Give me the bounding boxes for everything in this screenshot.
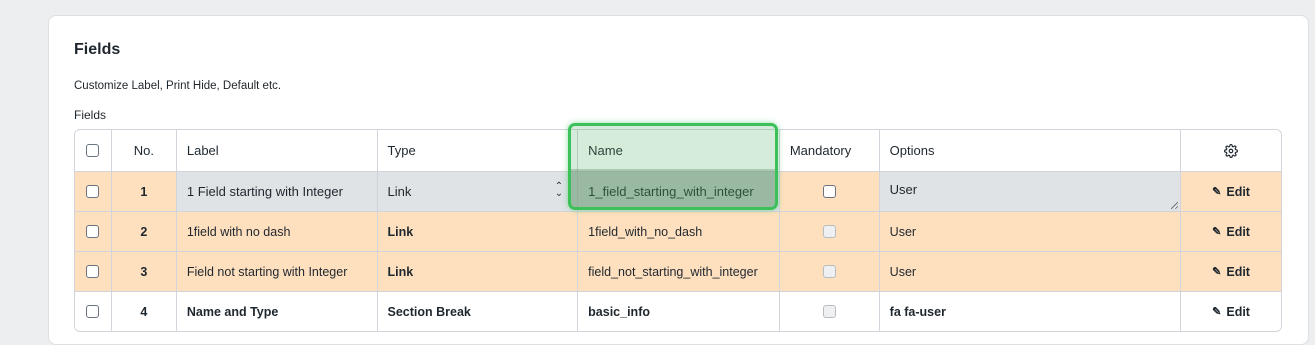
row-number: 3 — [110, 252, 176, 291]
row-select-cell — [75, 172, 111, 211]
type-select[interactable]: Link ⌃ ⌄ — [376, 172, 578, 211]
table-row[interactable]: 3 Field not starting with Integer Link f… — [75, 251, 1281, 291]
fields-card: Fields Customize Label, Print Hide, Defa… — [48, 15, 1309, 345]
row-checkbox[interactable] — [86, 265, 100, 278]
row-options: User — [878, 212, 1180, 251]
table-row[interactable]: 2 1field with no dash Link 1field_with_n… — [75, 211, 1281, 251]
options-textarea-value: User — [889, 182, 918, 197]
table-row[interactable]: 1 1 Field starting with Integer Link ⌃ ⌄ … — [75, 171, 1281, 211]
row-select-cell — [75, 292, 111, 331]
row-number: 2 — [110, 212, 176, 251]
label-input-value: 1 Field starting with Integer — [186, 184, 343, 199]
row-options: fa fa-user — [878, 292, 1180, 331]
row-label: 1field with no dash — [175, 212, 377, 251]
column-settings-button[interactable] — [1180, 130, 1281, 171]
row-fieldname: 1field_with_no_dash — [577, 212, 779, 251]
edit-row-button[interactable]: ✎ Edit — [1180, 212, 1281, 251]
pencil-icon: ✎ — [1212, 186, 1222, 198]
options-textarea[interactable]: User — [878, 172, 1181, 211]
header-label: Label — [175, 130, 377, 171]
header-type: Type — [376, 130, 578, 171]
header-mandatory: Mandatory — [778, 130, 879, 171]
fieldname-input[interactable]: 1_field_starting_with_integer — [577, 172, 779, 211]
row-fieldname: field_not_starting_with_integer — [577, 252, 779, 291]
row-checkbox[interactable] — [86, 305, 100, 318]
select-all-cell — [75, 130, 111, 171]
edit-label: Edit — [1226, 224, 1250, 239]
edit-row-button[interactable]: ✎ Edit — [1180, 172, 1281, 211]
header-options: Options — [878, 130, 1180, 171]
section-title: Fields — [74, 41, 121, 58]
row-select-cell — [75, 212, 111, 251]
row-number: 4 — [110, 292, 176, 331]
fieldname-input-value: 1_field_starting_with_integer — [588, 184, 754, 199]
header-no: No. — [110, 130, 176, 171]
pencil-icon: ✎ — [1212, 306, 1222, 318]
row-fieldname: basic_info — [577, 292, 779, 331]
row-select-cell — [75, 252, 111, 291]
label-input[interactable]: 1 Field starting with Integer — [175, 172, 377, 211]
grid-label: Fields — [74, 108, 107, 122]
mandatory-cell — [778, 212, 879, 251]
type-select-value: Link — [387, 184, 412, 199]
edit-label: Edit — [1226, 264, 1250, 279]
pencil-icon: ✎ — [1212, 266, 1222, 278]
row-checkbox[interactable] — [86, 225, 100, 238]
row-type: Section Break — [376, 292, 578, 331]
section-description: Customize Label, Print Hide, Default etc… — [74, 80, 282, 92]
edit-label: Edit — [1226, 304, 1250, 319]
mandatory-checkbox[interactable] — [822, 185, 836, 198]
row-type: Link — [376, 252, 578, 291]
edit-label: Edit — [1226, 184, 1250, 199]
mandatory-cell — [778, 172, 879, 211]
edit-row-button[interactable]: ✎ Edit — [1180, 252, 1281, 291]
row-checkbox[interactable] — [86, 185, 100, 198]
row-type: Link — [376, 212, 578, 251]
row-label: Name and Type — [175, 292, 377, 331]
gear-icon — [1224, 143, 1239, 158]
header-name: Name — [577, 130, 779, 171]
edit-row-button[interactable]: ✎ Edit — [1180, 292, 1281, 331]
row-number: 1 — [110, 172, 176, 211]
mandatory-checkbox — [822, 305, 836, 318]
mandatory-cell — [778, 252, 879, 291]
mandatory-checkbox — [822, 225, 836, 238]
row-options: User — [878, 252, 1180, 291]
select-updown-icon: ⌃ ⌄ — [554, 181, 564, 199]
row-label: Field not starting with Integer — [175, 252, 377, 291]
mandatory-checkbox — [822, 265, 836, 278]
select-all-checkbox[interactable] — [86, 144, 100, 157]
fields-grid: No. Label Type Name Mandatory Options 1 … — [74, 129, 1282, 332]
pencil-icon: ✎ — [1212, 226, 1222, 238]
table-row[interactable]: 4 Name and Type Section Break basic_info… — [75, 291, 1281, 331]
mandatory-cell — [778, 292, 879, 331]
grid-header: No. Label Type Name Mandatory Options — [75, 130, 1281, 171]
resize-handle-icon[interactable] — [1171, 202, 1179, 209]
